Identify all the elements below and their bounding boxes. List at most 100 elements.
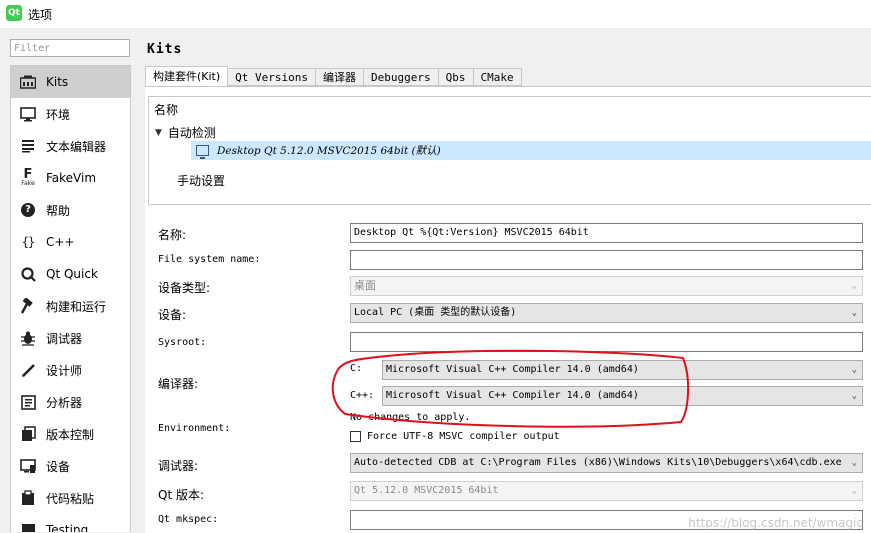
help-icon-glyph: ? [21, 203, 35, 217]
environment-value: No changes to apply. [350, 412, 471, 423]
sidebar-item-label: 构建和运行 [46, 299, 107, 314]
kits-tree[interactable]: 名称 ▼ 自动检测 Desktop Qt 5.12.0 MSVC2015 64b… [148, 96, 871, 205]
sidebar-item-label: Qt Quick [46, 267, 98, 281]
device-value: Local PC (桌面 类型的默认设备) [354, 307, 517, 318]
device-icon [19, 457, 37, 475]
window-title: 选项 [28, 8, 53, 22]
compiler-cpp-select[interactable]: Microsoft Visual C++ Compiler 14.0 (amd6… [382, 386, 863, 406]
sidebar-item-label: 版本控制 [46, 427, 95, 442]
kits-icon [19, 73, 37, 91]
kit-name-field[interactable]: Desktop Qt %{Qt:Version} MSVC2015 64bit [350, 223, 863, 243]
chevron-down-icon: ⌄ [851, 486, 857, 496]
compiler-cpp-label: C++: [350, 390, 375, 401]
pencil-icon [19, 361, 37, 379]
environment-label: Environment: [158, 423, 231, 434]
qt-quick-icon [19, 265, 37, 283]
device-type-value: 桌面 [354, 279, 376, 292]
sidebar-item-label: 代码粘贴 [46, 491, 95, 506]
sidebar-item-designer[interactable]: 设计师 [11, 354, 130, 386]
tab-cmake[interactable]: CMake [473, 68, 522, 86]
compiler-c-select[interactable]: Microsoft Visual C++ Compiler 14.0 (amd6… [382, 360, 863, 380]
debugger-select[interactable]: Auto-detected CDB at C:\Program Files (x… [350, 453, 863, 473]
kit-label: Desktop Qt 5.12.0 MSVC2015 64bit (默认) [217, 145, 441, 157]
sidebar-item-testing[interactable]: Testing [11, 514, 130, 532]
force-utf8-row[interactable]: Force UTF-8 MSVC compiler output [350, 431, 560, 442]
tree-group-auto[interactable]: ▼ 自动检测 [155, 124, 216, 141]
force-utf8-checkbox[interactable] [350, 431, 361, 442]
kits-tab-bar: 构建套件(Kit) Qt Versions 编译器 Debuggers Qbs … [145, 66, 522, 87]
chevron-down-icon: ⌄ [851, 458, 857, 468]
analyzer-icon [19, 393, 37, 411]
tree-header-name: 名称 [154, 103, 179, 117]
sidebar-item-version-control[interactable]: 版本控制 [11, 418, 130, 450]
compiler-label: 编译器: [158, 377, 199, 391]
chevron-down-icon: ⌄ [851, 365, 857, 375]
sidebar-item-label: C++ [46, 235, 75, 249]
sidebar-item-label: 分析器 [46, 395, 83, 410]
text-editor-icon [19, 137, 37, 155]
help-icon: ? [19, 201, 37, 219]
tree-item-selected-kit[interactable]: Desktop Qt 5.12.0 MSVC2015 64bit (默认) [191, 141, 871, 160]
sidebar-item-label: 设备 [46, 459, 71, 474]
chevron-down-icon: ⌄ [851, 391, 857, 401]
sidebar-item-label: FakeVim [46, 171, 97, 185]
chevron-down-icon: ⌄ [851, 281, 857, 291]
sidebar-item-text-editor[interactable]: 文本编辑器 [11, 130, 130, 162]
filter-input[interactable] [10, 39, 130, 57]
device-type-select[interactable]: 桌面 ⌄ [350, 276, 863, 296]
sidebar-item-devices[interactable]: 设备 [11, 450, 130, 482]
sidebar-item-qt-quick[interactable]: Qt Quick [11, 258, 130, 290]
fs-name-field[interactable] [350, 250, 863, 270]
watermark: https://blog.csdn.net/wmagic [688, 516, 863, 530]
kits-panel: 名称 ▼ 自动检测 Desktop Qt 5.12.0 MSVC2015 64b… [145, 86, 871, 533]
tree-group-auto-label: 自动检测 [167, 126, 216, 140]
chevron-down-icon[interactable]: ▼ [155, 128, 162, 138]
sidebar-item-kits[interactable]: Kits [11, 66, 130, 98]
sidebar-item-environment[interactable]: 环境 [11, 98, 130, 130]
sidebar-item-label: 帮助 [46, 203, 71, 218]
sidebar-item-code-paster[interactable]: 代码粘贴 [11, 482, 130, 514]
hammer-icon [19, 297, 37, 315]
sidebar-item-label: 环境 [46, 107, 71, 122]
tree-group-manual[interactable]: 手动设置 [177, 172, 225, 189]
tab-kits[interactable]: 构建套件(Kit) [145, 66, 229, 87]
sidebar-item-debugger[interactable]: 调试器 [11, 322, 130, 354]
sysroot-field[interactable] [350, 332, 863, 352]
sidebar-item-label: Testing [46, 523, 89, 532]
monitor-icon [196, 145, 209, 159]
sidebar-item-cpp[interactable]: {} C++ [11, 226, 130, 258]
tab-qt-versions[interactable]: Qt Versions [228, 68, 317, 86]
fs-name-label: File system name: [158, 254, 261, 265]
sidebar-item-analyzer[interactable]: 分析器 [11, 386, 130, 418]
sidebar-item-fakevim[interactable]: F Fake FakeVim [11, 162, 130, 194]
monitor-icon [19, 105, 37, 123]
tab-compilers[interactable]: 编译器 [316, 68, 365, 86]
sidebar-item-help[interactable]: ? 帮助 [11, 194, 130, 226]
compiler-cpp-value: Microsoft Visual C++ Compiler 14.0 (amd6… [386, 390, 639, 401]
sidebar-item-label: Kits [46, 75, 69, 89]
compiler-c-value: Microsoft Visual C++ Compiler 14.0 (amd6… [386, 364, 639, 375]
compiler-c-label: C: [350, 363, 363, 374]
mkspec-label: Qt mkspec: [158, 514, 219, 525]
tab-debuggers[interactable]: Debuggers [364, 68, 439, 86]
bug-icon [19, 329, 37, 347]
sidebar-item-build-run[interactable]: 构建和运行 [11, 290, 130, 322]
qt-app-icon: Qt [6, 5, 22, 21]
options-sidebar: Kits 环境 文本编辑器 F Fake FakeVim ? 帮助 {} C++… [10, 65, 131, 532]
sysroot-label: Sysroot: [158, 337, 207, 348]
fakevim-icon-text: Fake [21, 180, 35, 187]
sidebar-item-label: 文本编辑器 [46, 139, 107, 154]
sidebar-item-label: 调试器 [46, 331, 83, 346]
title-bar: Qt 选项 [0, 0, 871, 28]
qt-version-select[interactable]: Qt 5.12.0 MSVC2015 64bit ⌄ [350, 481, 863, 501]
qt-version-value: Qt 5.12.0 MSVC2015 64bit [354, 485, 499, 496]
tab-qbs[interactable]: Qbs [438, 68, 474, 86]
sidebar-item-label: 设计师 [46, 363, 83, 378]
device-type-label: 设备类型: [158, 281, 211, 295]
paste-icon [19, 489, 37, 507]
kit-name-label: 名称: [158, 228, 187, 242]
page-title: Kits [147, 42, 183, 57]
chevron-down-icon: ⌄ [851, 308, 857, 318]
device-label: 设备: [158, 308, 187, 322]
device-select[interactable]: Local PC (桌面 类型的默认设备) ⌄ [350, 303, 863, 323]
